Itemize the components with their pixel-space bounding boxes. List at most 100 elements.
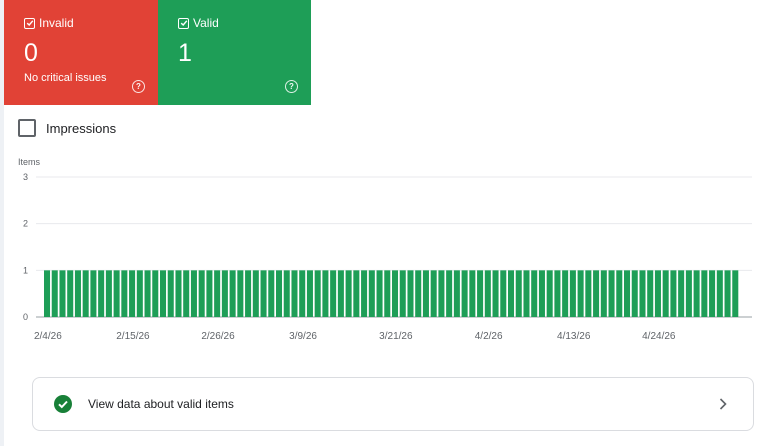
bar <box>484 270 491 317</box>
view-valid-items-label: View data about valid items <box>88 397 234 411</box>
bar <box>306 270 313 317</box>
bar <box>337 270 344 317</box>
bar <box>508 270 515 317</box>
bar <box>376 270 383 317</box>
help-icon[interactable]: ? <box>285 80 298 93</box>
chevron-right-icon <box>719 398 727 410</box>
bar <box>477 270 484 317</box>
bar <box>716 270 723 317</box>
bar <box>701 270 708 317</box>
bar <box>562 270 569 317</box>
bar <box>322 270 329 317</box>
bar <box>709 270 716 317</box>
bar <box>384 270 391 317</box>
bar <box>98 270 105 317</box>
bar <box>446 270 453 317</box>
bar <box>399 270 406 317</box>
bar <box>554 270 561 317</box>
invalid-count: 0 <box>24 39 38 67</box>
bar <box>291 270 298 317</box>
bar <box>345 270 352 317</box>
x-tick-label: 4/13/26 <box>557 331 591 342</box>
invalid-subtitle: No critical issues <box>24 72 107 84</box>
bar <box>113 270 120 317</box>
bar <box>105 270 112 317</box>
bar <box>624 270 631 317</box>
bar <box>523 270 530 317</box>
bar <box>144 270 151 317</box>
valid-card-label: Valid <box>193 16 219 30</box>
x-tick-label: 2/26/26 <box>201 331 235 342</box>
bar <box>430 270 437 317</box>
bar <box>492 270 499 317</box>
status-cards: Invalid 0 No critical issues ? Valid 1 ? <box>4 0 311 105</box>
bar <box>453 270 460 317</box>
bar <box>654 270 661 317</box>
x-tick-label: 2/4/26 <box>34 331 62 342</box>
check-circle-icon <box>54 395 72 413</box>
bar <box>438 270 445 317</box>
bar <box>51 270 58 317</box>
bar <box>569 270 576 317</box>
bar <box>268 270 275 317</box>
bar <box>608 270 615 317</box>
bar <box>662 270 669 317</box>
impressions-checkbox[interactable] <box>18 119 36 137</box>
bar <box>129 270 136 317</box>
help-icon[interactable]: ? <box>132 80 145 93</box>
bar <box>276 270 283 317</box>
bar <box>136 270 143 317</box>
bar <box>600 270 607 317</box>
items-chart: Items 0 1 2 3 2/4/26 2/15/26 2/26/26 3/9/26 3/21/… <box>0 150 768 350</box>
valid-card-header: Valid <box>178 16 219 30</box>
bar <box>221 270 228 317</box>
bar <box>206 270 213 317</box>
x-tick-label: 3/21/26 <box>379 331 413 342</box>
bar <box>299 270 306 317</box>
bar <box>407 270 414 317</box>
bar <box>368 270 375 317</box>
view-valid-items-link[interactable]: View data about valid items <box>32 377 754 431</box>
bar <box>639 270 646 317</box>
bar <box>229 270 236 317</box>
valid-checkbox-icon[interactable] <box>178 17 189 29</box>
y-tick-label: 3 <box>23 172 28 182</box>
bar <box>283 270 290 317</box>
bar <box>685 270 692 317</box>
bar <box>245 270 252 317</box>
bar <box>631 270 638 317</box>
bar <box>415 270 422 317</box>
x-tick-label: 4/2/26 <box>475 331 503 342</box>
bar <box>546 270 553 317</box>
bar <box>670 270 677 317</box>
invalid-card[interactable]: Invalid 0 No critical issues ? <box>4 0 158 105</box>
bar <box>616 270 623 317</box>
y-tick-label: 1 <box>23 265 28 275</box>
invalid-checkbox-icon[interactable] <box>24 17 35 29</box>
y-tick-label: 2 <box>23 219 28 229</box>
impressions-toggle[interactable]: Impressions <box>18 119 116 137</box>
bar <box>152 270 159 317</box>
bar <box>183 270 190 317</box>
bar <box>724 270 731 317</box>
bar <box>44 270 51 317</box>
x-tick-label: 4/24/26 <box>642 331 676 342</box>
bar <box>515 270 522 317</box>
bar <box>593 270 600 317</box>
bar <box>67 270 74 317</box>
bar <box>214 270 221 317</box>
bar <box>175 270 182 317</box>
y-tick-label: 0 <box>23 312 28 322</box>
invalid-card-label: Invalid <box>39 16 74 30</box>
invalid-card-header: Invalid <box>24 16 74 30</box>
valid-count: 1 <box>178 39 192 67</box>
bar <box>693 270 700 317</box>
bar <box>260 270 267 317</box>
valid-card[interactable]: Valid 1 ? <box>158 0 311 105</box>
impressions-label: Impressions <box>46 120 117 136</box>
bar <box>461 270 468 317</box>
bar <box>585 270 592 317</box>
bar <box>531 270 538 317</box>
bar <box>237 270 244 317</box>
bar <box>577 270 584 317</box>
